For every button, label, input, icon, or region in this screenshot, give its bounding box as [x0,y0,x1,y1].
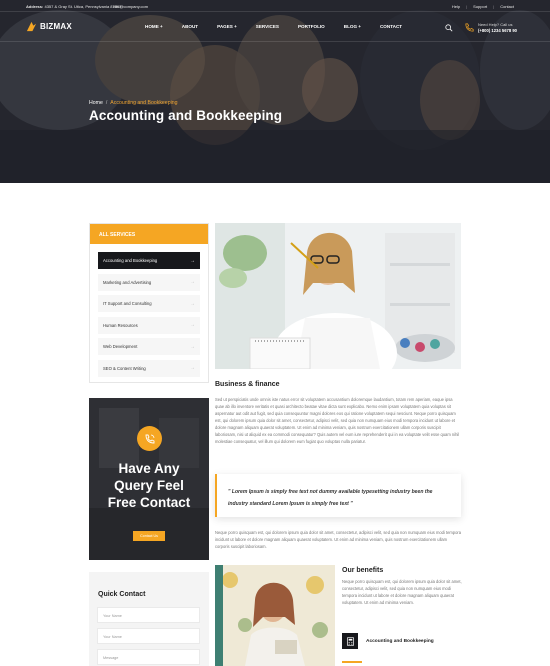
quote-text: " Lorem Ipsum is simply free text not du… [228,489,433,507]
benefit-accent-bar [342,661,362,663]
intro-paragraph: Sed ut perspiciatis unde omnis iste natu… [215,397,460,444]
nav-item-home[interactable]: HOME + [145,24,163,29]
breadcrumb-current: Accounting and Bookkeeping [110,100,178,106]
nav-item-portfolio[interactable]: PORTFOLIO [298,24,325,29]
email-field[interactable]: Your Name [97,628,200,644]
service-item-human-resources[interactable]: Human Resources → [98,316,200,334]
cta-title-line: Query Feel [114,478,184,493]
service-item-web-development[interactable]: Web Development → [98,338,200,355]
service-item-label: SEO & Content Writing [103,365,146,371]
service-item-label: Human Resources [103,322,138,328]
service-item-it-support[interactable]: IT Support and Consulting → [98,295,200,312]
service-item-marketing[interactable]: Marketing and Advertising → [98,273,200,291]
quote-block: " Lorem Ipsum is simply free text not du… [215,474,461,517]
services-sidebar: ALL SERVICES Accounting and Bookkeeping →… [89,223,209,383]
calculator-icon [342,633,358,649]
logo-icon [26,21,37,32]
quick-contact-form: Quick Contact Your Name Your Name Messag… [89,572,209,666]
arrow-right-icon: → [190,322,195,328]
nav-item-about[interactable]: ABOUT [182,24,198,29]
arrow-right-icon: → [190,279,195,285]
phone-icon [465,23,474,32]
quick-contact-title: Quick Contact [98,591,146,598]
benefits-title: Our benefits [342,567,384,574]
nav-item-pages[interactable]: PAGES + [217,24,237,29]
service-item-seo[interactable]: SEO & Content Writing → [98,359,200,377]
service-hero-image [215,223,461,369]
contact-us-button[interactable]: Contact Us [133,531,165,541]
arrow-right-icon: → [190,257,195,264]
nav-item-contact[interactable]: CONTACT [380,24,402,29]
services-list: Accounting and Bookkeeping → Marketing an… [90,244,208,377]
help-contact: Need Help? Call us (+800) 1234 5678 90 [478,22,517,34]
benefits-image [215,565,335,666]
services-heading: ALL SERVICES [90,224,208,244]
arrow-right-icon: → [190,300,195,307]
main-navigation: BIZMAX HOME + ABOUT PAGES + SERVICES POR… [0,12,550,42]
cta-title-line: Have Any [118,461,180,476]
help-phone[interactable]: (+800) 1234 5678 90 [478,28,517,34]
service-item-label: IT Support and Consulting [103,301,152,306]
service-item-label: Marketing and Advertising [103,279,152,285]
breadcrumb-home[interactable]: Home [89,100,103,106]
contact-cta-card: Have Any Query Feel Free Contact Contact… [89,398,209,560]
section-heading: Business & finance [215,381,280,388]
benefits-text: Neque porro quisquam est, qui dolorem ip… [342,579,462,605]
topbar-link-help[interactable]: Help [452,4,460,9]
detail-paragraph: Neque porro quisquam est, qui dolorem ip… [215,530,461,549]
service-item-label: Web Development [103,344,138,349]
arrow-right-icon: → [190,365,195,371]
top-bar: Address: 4357 & Gray St. Utica, Pennsylv… [0,0,550,12]
topbar-links: Help Support Contact [452,4,514,9]
topbar-link-support[interactable]: Support [466,4,487,9]
brand-name: BIZMAX [40,22,72,31]
name-field[interactable]: Your Name [97,607,200,623]
service-item-accounting[interactable]: Accounting and Bookkeeping → [98,252,200,269]
nav-item-services[interactable]: SERVICES [256,24,279,29]
service-item-label: Accounting and Bookkeeping [103,258,158,263]
nav-menu: HOME + ABOUT PAGES + SERVICES PORTFOLIO … [145,24,402,29]
message-field[interactable]: Message [97,649,200,665]
cta-title-line: Free Contact [107,495,191,510]
topbar-email[interactable]: info@company.com [113,4,148,9]
topbar-link-contact[interactable]: Contact [493,4,514,9]
page-hero: Address: 4357 & Gray St. Utica, Pennsylv… [0,0,550,183]
breadcrumb-separator: / [105,100,108,106]
search-icon[interactable] [445,24,453,32]
benefit-item-label: Accounting and Bookkeeping [366,639,434,644]
brand-logo[interactable]: BIZMAX [26,21,72,32]
phone-call-icon [137,426,162,451]
page-title: Accounting and Bookkeeping [89,108,283,123]
arrow-right-icon: → [190,343,195,350]
topbar-address: Address: 4357 & Gray St. Utica, Pennsylv… [26,4,122,9]
nav-item-blog[interactable]: BLOG + [344,24,361,29]
help-label: Need Help? Call us [478,22,513,27]
breadcrumb: Home / Accounting and Bookkeeping [89,100,178,106]
cta-title: Have Any Query Feel Free Contact [89,460,209,511]
